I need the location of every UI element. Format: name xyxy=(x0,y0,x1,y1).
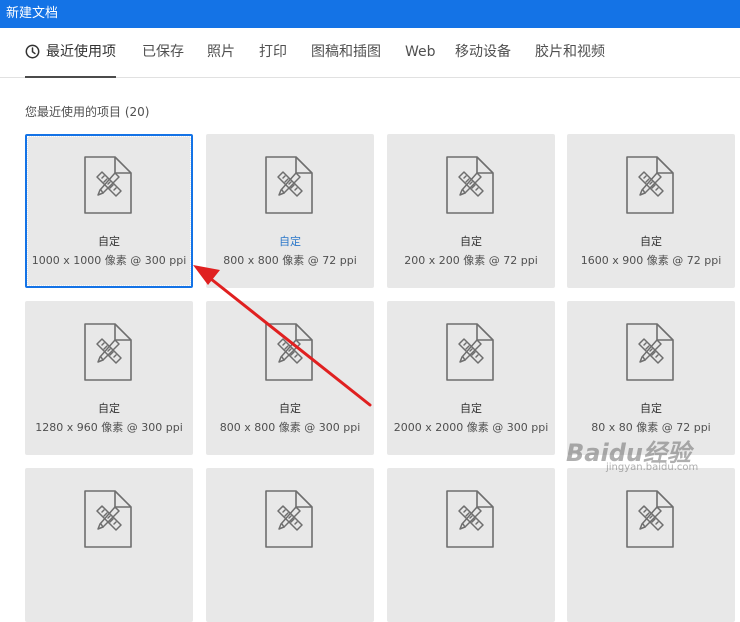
preset-size: 2000 x 2000 像素 @ 300 ppi xyxy=(393,421,549,434)
document-ruler-pencil-icon xyxy=(264,490,314,548)
document-ruler-pencil-icon xyxy=(625,323,675,381)
tab-label: 移动设备 xyxy=(455,44,511,60)
tab-label: 胶片和视频 xyxy=(535,44,605,60)
watermark-url: jingyan.baidu.com xyxy=(606,462,699,473)
preset-name: 自定 xyxy=(640,235,662,248)
document-ruler-pencil-icon xyxy=(625,490,675,548)
preset-size: 800 x 800 像素 @ 72 ppi xyxy=(223,254,357,267)
recent-items-heading: 您最近使用的项目 (20) xyxy=(25,104,149,120)
preset-card[interactable]: 自定 1280 x 960 像素 @ 300 ppi xyxy=(25,301,193,455)
preset-card[interactable] xyxy=(567,468,735,622)
preset-size: 200 x 200 像素 @ 72 ppi xyxy=(404,254,538,267)
tab-label: 照片 xyxy=(207,44,235,60)
watermark: Baidu经验 jingyan.baidu.com xyxy=(566,438,736,473)
active-tab-indicator xyxy=(25,76,116,78)
tab-print[interactable]: 打印 xyxy=(259,28,287,77)
document-ruler-pencil-icon xyxy=(445,323,495,381)
category-tabs: 最近使用项 已保存 照片 打印 图稿和插图 Web 移动设备 胶片和视频 xyxy=(0,28,740,78)
preset-name: 自定 xyxy=(98,235,120,248)
preset-card[interactable]: 自定 2000 x 2000 像素 @ 300 ppi xyxy=(387,301,555,455)
tab-label: 打印 xyxy=(259,44,287,60)
preset-name: 自定 xyxy=(279,235,301,248)
preset-card[interactable] xyxy=(25,468,193,622)
preset-name: 自定 xyxy=(98,402,120,415)
tab-label: 图稿和插图 xyxy=(311,44,381,60)
document-ruler-pencil-icon xyxy=(83,490,133,548)
tab-photo[interactable]: 照片 xyxy=(207,28,235,77)
window-title: 新建文档 xyxy=(6,6,59,21)
preset-size: 1000 x 1000 像素 @ 300 ppi xyxy=(31,254,187,267)
preset-card[interactable]: 自定 1000 x 1000 像素 @ 300 ppi xyxy=(25,134,193,288)
document-ruler-pencil-icon xyxy=(264,156,314,214)
preset-card[interactable]: 自定 800 x 800 像素 @ 300 ppi xyxy=(206,301,374,455)
recent-items-label: 您最近使用的项目 xyxy=(25,105,122,119)
preset-size: 1280 x 960 像素 @ 300 ppi xyxy=(35,421,183,434)
preset-card[interactable]: 自定 800 x 800 像素 @ 72 ppi xyxy=(206,134,374,288)
recent-items-count: (20) xyxy=(124,105,150,119)
tab-label: 最近使用项 xyxy=(46,44,116,60)
tab-label: Web xyxy=(405,44,436,60)
document-ruler-pencil-icon xyxy=(445,490,495,548)
preset-size: 800 x 800 像素 @ 300 ppi xyxy=(219,421,361,434)
preset-card[interactable]: 自定 1600 x 900 像素 @ 72 ppi xyxy=(567,134,735,288)
preset-name: 自定 xyxy=(460,402,482,415)
preset-size: 80 x 80 像素 @ 72 ppi xyxy=(591,421,711,434)
preset-name: 自定 xyxy=(460,235,482,248)
tab-saved[interactable]: 已保存 xyxy=(142,28,184,77)
document-ruler-pencil-icon xyxy=(83,323,133,381)
preset-name: 自定 xyxy=(640,402,662,415)
title-bar: 新建文档 xyxy=(0,0,740,28)
tab-art-illustration[interactable]: 图稿和插图 xyxy=(311,28,381,77)
preset-card[interactable]: 自定 80 x 80 像素 @ 72 ppi xyxy=(567,301,735,455)
tab-film-video[interactable]: 胶片和视频 xyxy=(535,28,605,77)
tab-web[interactable]: Web xyxy=(405,28,436,77)
document-ruler-pencil-icon xyxy=(264,323,314,381)
document-ruler-pencil-icon xyxy=(445,156,495,214)
preset-card[interactable]: 自定 200 x 200 像素 @ 72 ppi xyxy=(387,134,555,288)
document-ruler-pencil-icon xyxy=(625,156,675,214)
tab-label: 已保存 xyxy=(142,44,184,60)
preset-card[interactable] xyxy=(206,468,374,622)
document-ruler-pencil-icon xyxy=(83,156,133,214)
tab-mobile[interactable]: 移动设备 xyxy=(455,28,511,77)
preset-card[interactable] xyxy=(387,468,555,622)
tab-recent[interactable]: 最近使用项 xyxy=(25,28,116,78)
clock-icon xyxy=(25,44,40,59)
preset-name: 自定 xyxy=(279,402,301,415)
preset-size: 1600 x 900 像素 @ 72 ppi xyxy=(580,254,722,267)
